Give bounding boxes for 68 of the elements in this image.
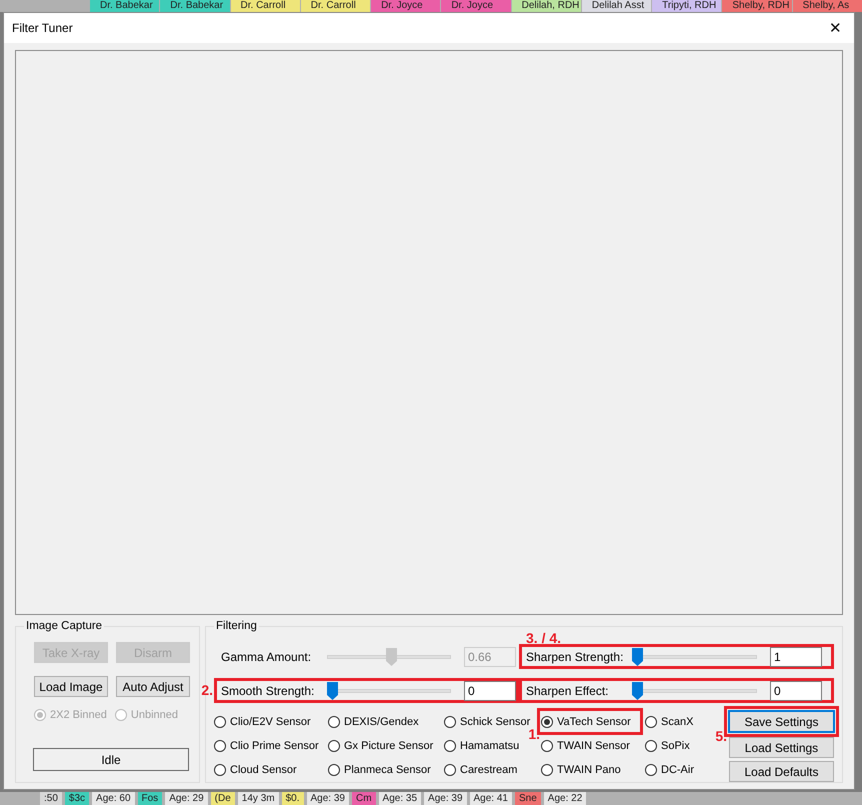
column-header: Dr. Joyce [441, 0, 511, 12]
column-header: Tripyti, RDH [652, 0, 722, 12]
radio-button[interactable]: ScanX [645, 716, 694, 728]
table-cell: Age: 22 [544, 792, 586, 805]
column-header: Dr. Babekar [160, 0, 230, 12]
group-title: Image Capture [25, 620, 104, 632]
column-header: Dr. Joyce [371, 0, 440, 12]
radio-button[interactable]: DEXIS/Gendex [328, 716, 419, 728]
settings-button[interactable]: Load Defaults [729, 761, 834, 782]
action-button[interactable]: Load Image [34, 676, 108, 697]
table-cell: Age: 60 [92, 792, 135, 805]
slider[interactable] [632, 648, 757, 666]
slider-label: Gamma Amount: [220, 650, 312, 664]
table-cell: Age: 41 [470, 792, 512, 805]
table-cell: $3c [64, 792, 90, 805]
radio-button[interactable]: DC-Air [645, 764, 694, 776]
slider-thumb[interactable] [326, 682, 338, 700]
annotation-number: 1. [528, 726, 540, 742]
settings-button[interactable]: Save Settings [729, 711, 834, 732]
annotation-number: 3. / 4. [526, 630, 562, 646]
table-cell: Cm [352, 792, 376, 805]
annotation-number: 5. [715, 728, 727, 744]
slider[interactable] [326, 682, 451, 700]
radio-button[interactable]: Carestream [444, 764, 518, 776]
radio-button[interactable]: VaTech Sensor [541, 716, 631, 728]
slider-label: Smooth Strength: [220, 684, 316, 698]
action-button[interactable]: Auto Adjust [116, 676, 190, 697]
radio-button[interactable]: Cloud Sensor [214, 764, 297, 776]
table-cell: Age: 39 [306, 792, 349, 805]
radio-button[interactable]: TWAIN Pano [541, 764, 621, 776]
column-header: Shelby, RDH [722, 0, 792, 12]
window-title: Filter Tuner [12, 21, 73, 35]
slider[interactable] [632, 682, 757, 700]
column-header: Shelby, As [792, 0, 862, 12]
slider-label: Sharpen Strength: [525, 650, 624, 664]
settings-button[interactable]: Load Settings [729, 737, 834, 758]
table-cell: Fos [138, 792, 162, 805]
table-cell: 14y 3m [238, 792, 279, 805]
radio-button[interactable]: Schick Sensor [444, 716, 530, 728]
column-header: Delilah Asst [582, 0, 652, 12]
radio-button[interactable]: Clio/E2V Sensor [214, 716, 311, 728]
column-header: Dr. Babekar [90, 0, 160, 12]
radio-button[interactable]: Clio Prime Sensor [214, 740, 319, 752]
column-header: Dr. Carroll [230, 0, 300, 12]
radio-button[interactable]: SoPix [645, 740, 690, 752]
table-cell: (De [210, 792, 235, 805]
table-cell: $0. [282, 792, 304, 805]
value-field[interactable]: 1 [770, 646, 822, 666]
value-field[interactable]: 0 [770, 680, 822, 700]
radio-button[interactable]: Planmeca Sensor [328, 764, 431, 776]
table-cell: :50 [40, 792, 62, 805]
radio-button[interactable]: Gx Picture Sensor [328, 740, 434, 752]
column-header: Delilah, RDH [512, 0, 581, 12]
column-header: Dr. Carroll [300, 0, 370, 12]
slider-label: Sharpen Effect: [525, 684, 610, 698]
table-cell: Age: 39 [424, 792, 467, 805]
table-cell: Age: 29 [165, 792, 208, 805]
slider-thumb[interactable] [632, 682, 643, 700]
table-cell: Sne [515, 792, 541, 805]
close-button[interactable]: ✕ [829, 19, 842, 37]
group-title: Filtering [215, 620, 258, 632]
radio-button[interactable]: TWAIN Sensor [541, 740, 630, 752]
value-field[interactable]: 0 [464, 680, 516, 700]
table-cell: Age: 35 [378, 792, 422, 805]
slider-thumb[interactable] [632, 648, 643, 666]
radio-button[interactable]: Hamamatsu [444, 740, 520, 752]
annotation-number: 2. [201, 682, 213, 698]
status-button[interactable]: Idle [33, 748, 189, 771]
